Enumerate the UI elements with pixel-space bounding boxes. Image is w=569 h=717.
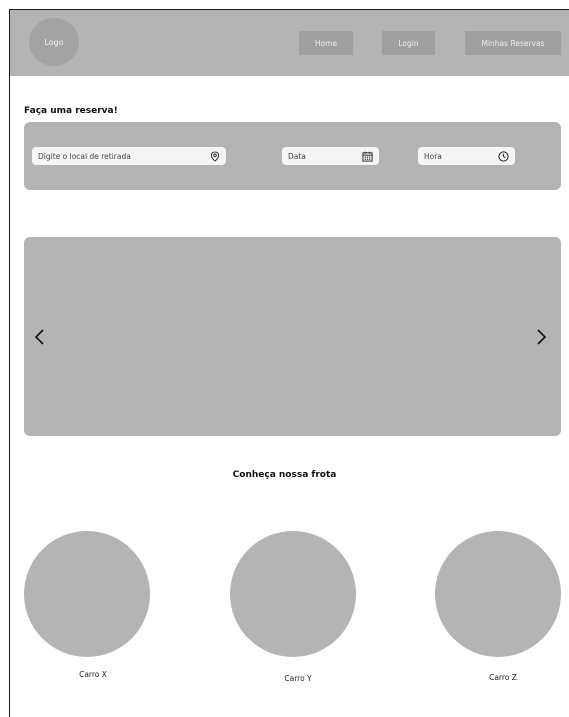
car-z-image[interactable] xyxy=(435,531,561,657)
top-header: Logo Home Login Minhas Reservas xyxy=(10,10,569,76)
car-y-image[interactable] xyxy=(230,531,356,657)
booking-title: Faça uma reserva! xyxy=(24,106,118,116)
pickup-location-placeholder: Digite o local de retirada xyxy=(38,151,131,161)
chevron-right-icon[interactable] xyxy=(533,327,549,347)
car-z-label: Carro Z xyxy=(489,673,517,682)
pickup-location-input[interactable]: Digite o local de retirada xyxy=(32,147,226,165)
car-x-image[interactable] xyxy=(24,531,150,657)
time-placeholder: Hora xyxy=(424,151,442,161)
time-input[interactable]: Hora xyxy=(418,147,515,165)
image-carousel xyxy=(24,237,561,436)
location-pin-icon xyxy=(210,150,220,162)
logo[interactable]: Logo xyxy=(29,18,79,66)
clock-icon xyxy=(498,150,509,162)
nav-home-button[interactable]: Home xyxy=(299,31,353,55)
nav-login-button[interactable]: Login xyxy=(382,31,435,55)
fleet-title: Conheça nossa frota xyxy=(232,470,337,480)
car-y-label: Carro Y xyxy=(284,674,312,683)
booking-panel: Digite o local de retirada Data Hora xyxy=(24,122,561,190)
date-input[interactable]: Data xyxy=(282,147,379,165)
nav-minhas-reservas-button[interactable]: Minhas Reservas xyxy=(465,31,561,55)
date-placeholder: Data xyxy=(288,151,306,161)
chevron-left-icon[interactable] xyxy=(32,327,48,347)
logo-label: Logo xyxy=(44,37,64,47)
car-x-label: Carro X xyxy=(79,670,107,679)
calendar-icon xyxy=(362,151,373,162)
